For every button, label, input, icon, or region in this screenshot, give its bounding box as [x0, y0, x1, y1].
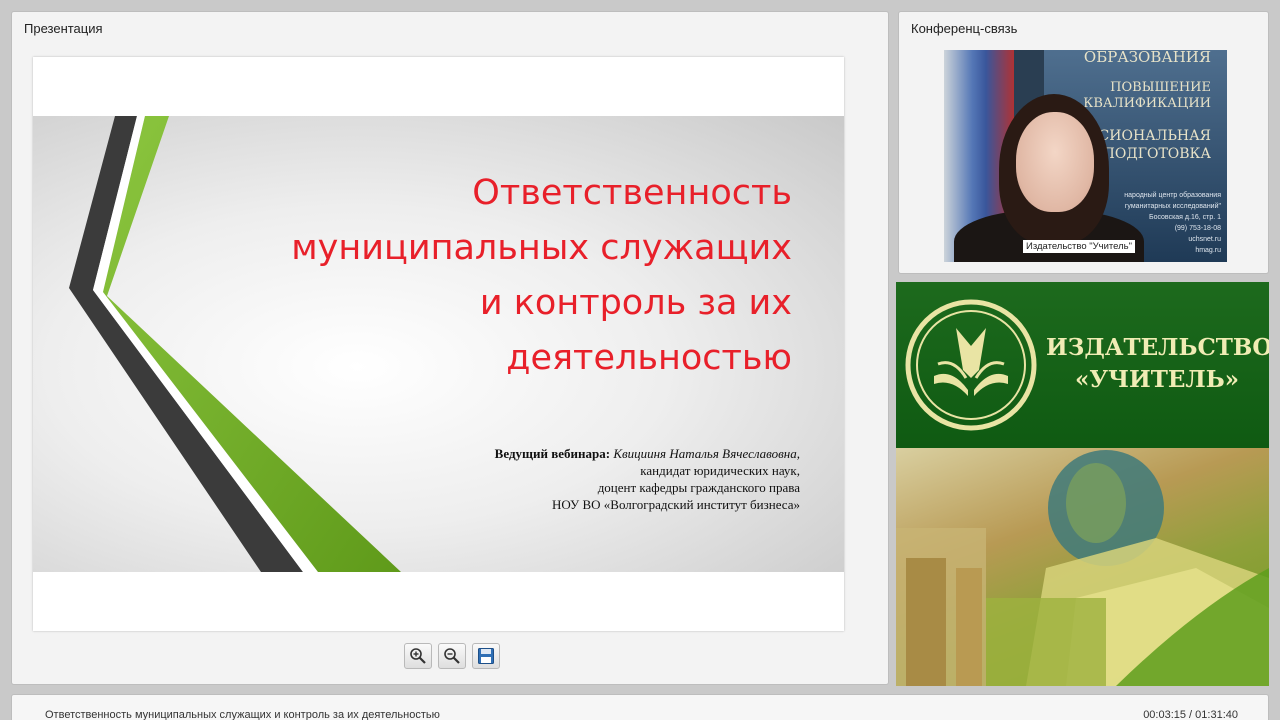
banner-line-1: ОБРАЗОВАНИЯ — [1083, 50, 1211, 66]
books-globe-illustration — [896, 450, 1269, 686]
slide-host-name: Квицииня Наталья Вячеславовна, — [613, 446, 800, 461]
presentation-panel-title: Презентация — [24, 21, 103, 36]
save-button[interactable] — [472, 643, 500, 669]
publisher-ad-panel: ИЗДАТЕЛЬСТВО «УЧИТЕЛЬ» — [896, 282, 1269, 686]
playback-time: 00:03:15 / 01:31:40 — [1143, 709, 1238, 720]
conference-panel-title: Конференц-связь — [911, 21, 1018, 36]
banner-line-5: ПОДГОТОВКА — [1102, 146, 1211, 162]
slide-host-position: доцент кафедры гражданского права — [597, 480, 800, 495]
bottom-status-bar: Ответственность муниципальных служащих и… — [11, 694, 1269, 720]
conference-panel: Конференц-связь ОБРАЗОВАНИЯ ПОВЫШЕНИЕ КВ… — [898, 11, 1269, 274]
slide-host-label: Ведущий вебинара: — [494, 446, 611, 461]
slide-host-line: Ведущий вебинара: Квицииня Наталья Вячес… — [400, 445, 800, 462]
zoom-out-icon — [444, 648, 460, 664]
speaker-face — [1016, 112, 1094, 212]
zoom-in-icon — [410, 648, 426, 664]
slide-toolbar — [404, 643, 500, 669]
banner-line-4: СИОНАЛЬНАЯ — [1098, 128, 1211, 144]
ad-brand-line-2: «УЧИТЕЛЬ» — [1074, 366, 1240, 393]
floppy-disk-icon — [478, 648, 494, 664]
ad-header: ИЗДАТЕЛЬСТВО «УЧИТЕЛЬ» — [896, 282, 1269, 448]
presentation-slide: Ответственность муниципальных служащих и… — [33, 57, 844, 631]
slide-background: Ответственность муниципальных служащих и… — [33, 116, 844, 572]
ad-brand-text: ИЗДАТЕЛЬСТВО «УЧИТЕЛЬ» — [1046, 332, 1269, 396]
slide-host-degree: кандидат юридических наук, — [640, 463, 800, 478]
webinar-title: Ответственность муниципальных служащих и… — [45, 709, 440, 720]
video-participant-label: Издательство "Учитель" — [1023, 240, 1136, 253]
slide-host-info: Ведущий вебинара: Квицииня Наталья Вячес… — [400, 445, 800, 513]
conference-video[interactable]: ОБРАЗОВАНИЯ ПОВЫШЕНИЕ КВАЛИФИКАЦИИ СИОНА… — [944, 50, 1227, 262]
zoom-out-button[interactable] — [438, 643, 466, 669]
banner-line-2: ПОВЫШЕНИЕ — [1110, 80, 1211, 95]
slide-host-org: НОУ ВО «Волгоградский институт бизнеса» — [552, 497, 800, 512]
slide-title: Ответственность муниципальных служащих и… — [291, 173, 792, 378]
ad-brand-line-1: ИЗДАТЕЛЬСТВО — [1046, 334, 1269, 361]
uchitel-logo-icon — [905, 299, 1037, 431]
ad-books-image — [896, 448, 1269, 686]
presentation-panel: Презентация Ответственность муниципальны… — [11, 11, 889, 685]
banner-line-3: КВАЛИФИКАЦИИ — [1083, 96, 1211, 111]
zoom-in-button[interactable] — [404, 643, 432, 669]
